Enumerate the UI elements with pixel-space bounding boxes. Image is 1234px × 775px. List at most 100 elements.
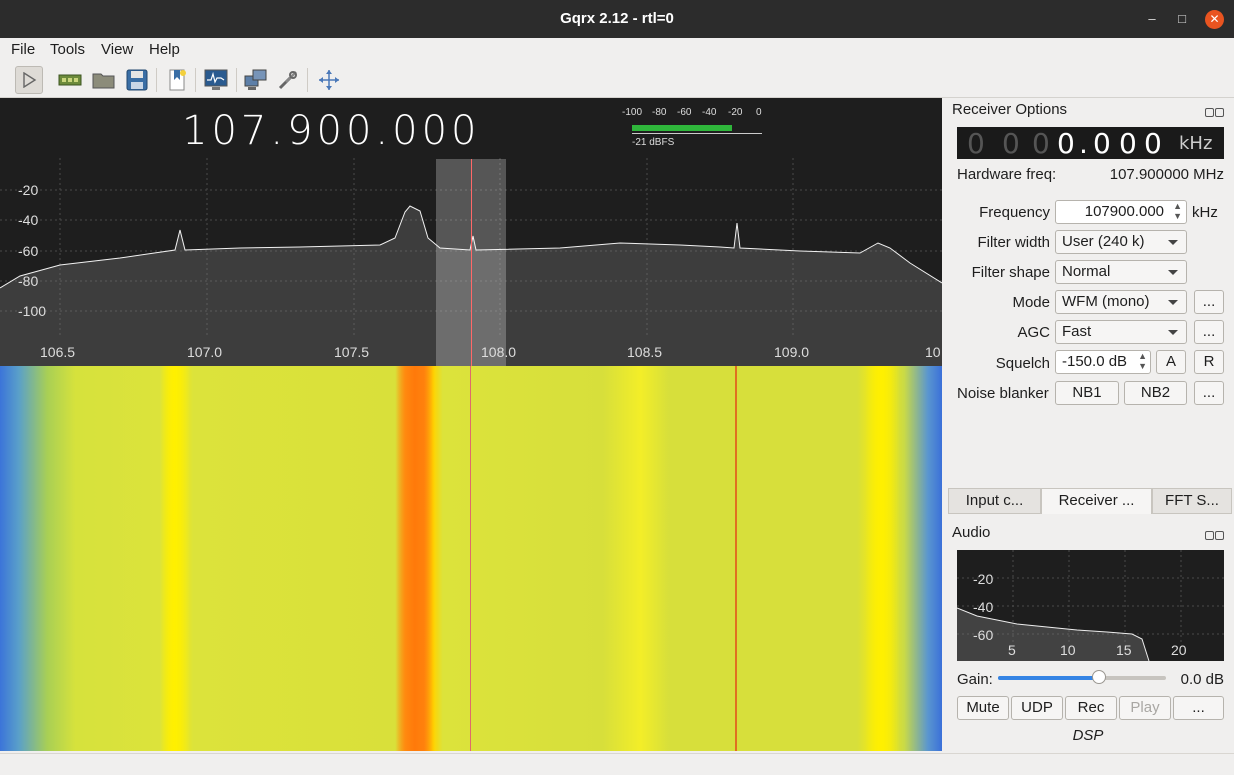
center-frequency-line — [471, 159, 472, 366]
frequency-label: Frequency — [979, 204, 1050, 221]
window-title: Gqrx 2.12 - rtl=0 — [560, 10, 674, 27]
hardware-freq-value: 107.900000 MHz — [1109, 166, 1224, 183]
gain-slider-fill — [998, 676, 1099, 680]
audio-y-tick: -20 — [973, 571, 994, 587]
meter-level-label: -21 dBFS — [632, 137, 675, 148]
squelch-auto-button[interactable]: A — [1156, 350, 1186, 374]
dock-float-close-icon[interactable] — [1204, 527, 1226, 540]
receiver-lcd-frequency[interactable]: 0 0 0 0 . 0 0 0 kHz — [957, 127, 1224, 160]
agc-options-button[interactable]: ... — [1194, 320, 1224, 344]
mode-options-button[interactable]: ... — [1194, 290, 1224, 314]
frequency-input[interactable]: 107900.000 ▲ ▼ — [1055, 200, 1187, 224]
squelch-label: Squelch — [995, 355, 1050, 372]
dock-float-close-icon[interactable] — [1204, 104, 1226, 117]
audio-x-tick: 20 — [1171, 642, 1187, 658]
mute-button[interactable]: Mute — [957, 696, 1009, 720]
menu-tools[interactable]: Tools — [50, 41, 85, 58]
lcd-digit: 0 — [1119, 127, 1137, 160]
menu-view[interactable]: View — [101, 41, 133, 58]
signal-meter: -100 -80 -60 -40 -20 0 -21 dBFS — [622, 106, 767, 151]
play-icon[interactable] — [15, 66, 43, 94]
udp-button[interactable]: UDP — [1011, 696, 1063, 720]
meter-tick: -80 — [652, 107, 667, 118]
minimize-icon[interactable]: – — [1143, 10, 1161, 28]
open-icon[interactable] — [90, 66, 118, 94]
settings-icon[interactable] — [274, 66, 302, 94]
menu-help[interactable]: Help — [149, 41, 180, 58]
lcd-digit: 0 — [1057, 127, 1075, 160]
mode-select[interactable]: WFM (mono) — [1055, 290, 1187, 314]
audio-options-button[interactable]: ... — [1173, 696, 1224, 720]
y-tick: -100 — [18, 303, 47, 319]
fft-icon[interactable] — [202, 66, 230, 94]
meter-tick: -20 — [728, 107, 743, 118]
toolbar — [0, 60, 1234, 98]
meter-tick: -100 — [622, 107, 643, 118]
x-tick: 10 — [925, 344, 941, 360]
x-tick: 109.0 — [774, 344, 810, 360]
gain-slider-handle[interactable] — [1091, 670, 1106, 684]
filter-width-select[interactable]: User (240 k) — [1055, 230, 1187, 254]
title-bar: Gqrx 2.12 - rtl=0 – □ ✕ — [0, 0, 1234, 38]
x-tick: 108.5 — [627, 344, 663, 360]
audio-header: Audio — [952, 524, 991, 541]
gain-slider[interactable] — [998, 670, 1166, 684]
play-button[interactable]: Play — [1119, 696, 1171, 720]
lcd-digit: 0 — [967, 127, 985, 160]
audio-x-tick: 10 — [1060, 642, 1076, 658]
squelch-reset-button[interactable]: R — [1194, 350, 1224, 374]
waterfall-display[interactable] — [0, 366, 942, 751]
y-tick: -80 — [18, 273, 39, 289]
network-icon[interactable] — [242, 66, 270, 94]
status-bar — [0, 753, 1234, 775]
waterfall-signal — [395, 366, 435, 751]
audio-x-tick: 15 — [1116, 642, 1132, 658]
spectrum-plot[interactable]: 107.900.000 -100 -80 -60 -40 -20 0 -21 d… — [0, 98, 942, 366]
x-tick: 107.0 — [187, 344, 223, 360]
dsp-label: DSP — [1072, 727, 1104, 744]
agc-label: AGC — [1017, 324, 1050, 341]
meter-tick: -40 — [702, 107, 717, 118]
frequency-display[interactable]: 107.900.000 — [182, 108, 480, 154]
nb2-button[interactable]: NB2 — [1124, 381, 1187, 405]
spin-icon[interactable]: ▲ ▼ — [1138, 351, 1147, 371]
right-panel: Receiver Options 0 0 0 0 . 0 0 0 kHz Har… — [942, 98, 1234, 753]
lcd-digit: 0 — [1093, 127, 1111, 160]
bookmark-icon[interactable] — [163, 66, 191, 94]
maximize-icon[interactable]: □ — [1173, 10, 1191, 28]
waterfall-signal — [160, 366, 190, 751]
hardware-freq-label: Hardware freq: — [957, 166, 1057, 183]
noise-blanker-options-button[interactable]: ... — [1194, 381, 1224, 405]
lcd-digit: 0 — [1002, 127, 1020, 160]
squelch-input[interactable]: -150.0 dB ▲ ▼ — [1055, 350, 1151, 374]
fullscreen-icon[interactable] — [315, 66, 343, 94]
waterfall-center-line — [470, 366, 471, 751]
x-tick: 107.5 — [334, 344, 370, 360]
meter-tick: 0 — [756, 107, 762, 118]
rec-button[interactable]: Rec — [1065, 696, 1117, 720]
lcd-digit: 0 — [1144, 127, 1162, 160]
audio-spectrum-plot: -20 -40 -60 5 10 15 20 — [957, 550, 1224, 661]
y-tick: -60 — [18, 243, 39, 259]
agc-select[interactable]: Fast — [1055, 320, 1187, 344]
spin-icon[interactable]: ▲ ▼ — [1173, 201, 1182, 221]
menu-file[interactable]: File — [11, 41, 35, 58]
meter-bar — [632, 125, 732, 131]
tab-fft-settings[interactable]: FFT S... — [1152, 488, 1232, 514]
close-icon[interactable]: ✕ — [1205, 10, 1224, 29]
audio-y-tick: -60 — [973, 627, 994, 643]
audio-x-tick: 5 — [1008, 642, 1016, 658]
nb1-button[interactable]: NB1 — [1055, 381, 1119, 405]
filter-width-label: Filter width — [977, 234, 1050, 251]
lcd-digit: 0 — [1032, 127, 1050, 160]
save-icon[interactable] — [123, 66, 151, 94]
tab-input-controls[interactable]: Input c... — [948, 488, 1041, 514]
lcd-digit: . — [1079, 127, 1088, 160]
hardware-icon[interactable] — [56, 66, 84, 94]
x-tick: 106.5 — [40, 344, 76, 360]
meter-tick: -60 — [677, 107, 692, 118]
waterfall-signal — [735, 366, 737, 751]
tab-receiver-options[interactable]: Receiver ... — [1041, 488, 1152, 514]
mode-label: Mode — [1012, 294, 1050, 311]
filter-shape-select[interactable]: Normal — [1055, 260, 1187, 284]
